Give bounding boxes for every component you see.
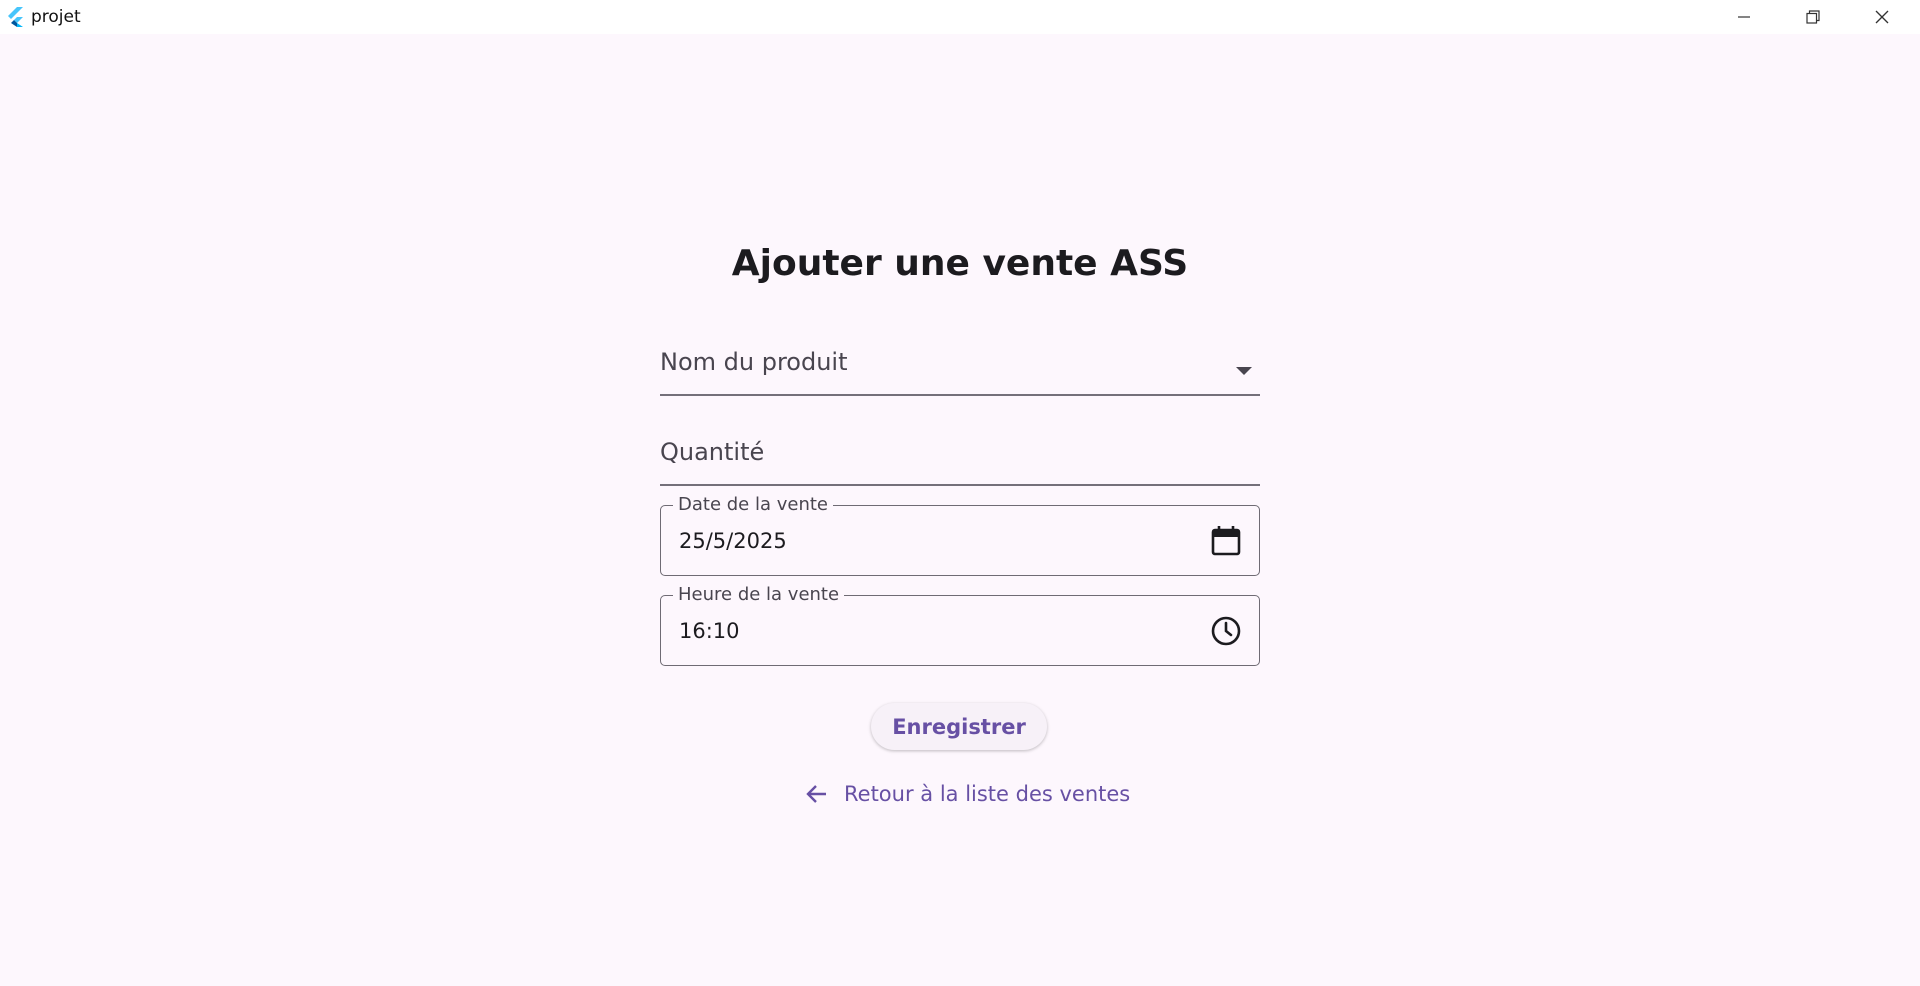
title-bar: projet (0, 0, 1920, 34)
page-title: Ajouter une vente ASS (731, 243, 1189, 284)
clock-icon[interactable] (1209, 614, 1243, 648)
close-button[interactable] (1848, 0, 1916, 34)
minimize-icon (1738, 16, 1750, 18)
window-title: projet (31, 7, 81, 27)
date-label: Date de la vente (673, 494, 833, 516)
product-dropdown[interactable]: Nom du produit (660, 336, 1260, 396)
restore-icon (1806, 10, 1820, 24)
maximize-button[interactable] (1779, 0, 1847, 34)
save-button[interactable]: Enregistrer (871, 703, 1047, 750)
product-label: Nom du produit (660, 348, 848, 376)
time-label: Heure de la vente (673, 584, 845, 606)
time-field[interactable]: Heure de la vente 16:10 (660, 584, 1260, 666)
calendar-icon[interactable] (1209, 524, 1243, 558)
back-to-sales-list-link[interactable]: Retour à la liste des ventes (804, 776, 1130, 812)
time-value: 16:10 (679, 619, 740, 643)
quantity-input[interactable]: Quantité (660, 426, 1260, 486)
flutter-logo-icon (8, 7, 23, 27)
minimize-button[interactable] (1710, 0, 1778, 34)
close-icon (1875, 10, 1889, 24)
date-value: 25/5/2025 (679, 529, 787, 553)
date-field[interactable]: Date de la vente 25/5/2025 (660, 494, 1260, 576)
dropdown-arrow-icon (1236, 367, 1252, 375)
quantity-label: Quantité (660, 438, 765, 466)
arrow-back-icon (806, 785, 826, 803)
back-link-label: Retour à la liste des ventes (844, 782, 1131, 806)
